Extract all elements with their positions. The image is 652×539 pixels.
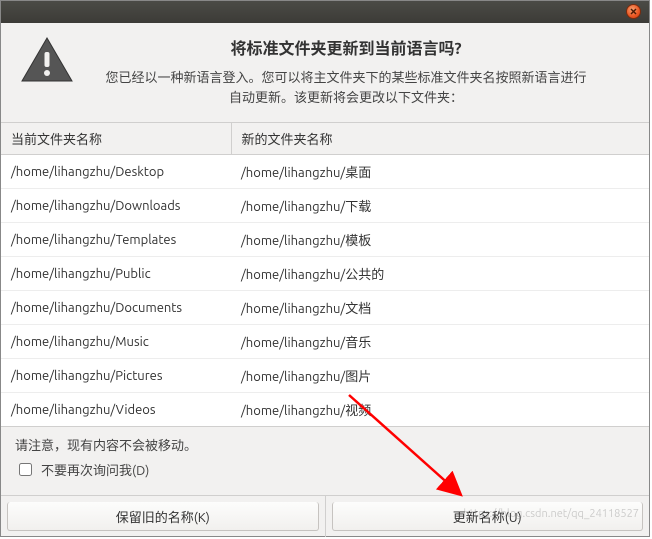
cell-old-path: /home/lihangzhu/Documents bbox=[1, 291, 231, 325]
table-row[interactable]: /home/lihangzhu/Templates/home/lihangzhu… bbox=[1, 223, 649, 257]
cell-old-path: /home/lihangzhu/Downloads bbox=[1, 189, 231, 223]
dialog-description: 您已经以一种新语言登入。您可以将主文件夹下的某些标准文件夹名按照新语言进行自动更… bbox=[91, 69, 601, 108]
dialog-window: 将标准文件夹更新到当前语言吗? 您已经以一种新语言登入。您可以将主文件夹下的某些… bbox=[0, 0, 650, 537]
cell-new-path: /home/lihangzhu/公共的 bbox=[231, 257, 649, 291]
table-row[interactable]: /home/lihangzhu/Music/home/lihangzhu/音乐 bbox=[1, 325, 649, 359]
close-icon bbox=[630, 8, 637, 15]
dont-ask-row[interactable]: 不要再次询问我(D) bbox=[15, 460, 635, 479]
cell-new-path: /home/lihangzhu/文档 bbox=[231, 291, 649, 325]
update-names-button[interactable]: 更新名称(U) bbox=[332, 502, 644, 531]
dont-ask-checkbox[interactable] bbox=[19, 463, 32, 476]
dialog-title: 将标准文件夹更新到当前语言吗? bbox=[91, 35, 601, 59]
note-text: 请注意，现有内容不会被移动。 bbox=[15, 435, 635, 454]
dont-ask-label: 不要再次询问我(D) bbox=[41, 460, 149, 479]
cell-new-path: /home/lihangzhu/桌面 bbox=[231, 155, 649, 189]
table-row[interactable]: /home/lihangzhu/Videos/home/lihangzhu/视频 bbox=[1, 393, 649, 427]
titlebar bbox=[1, 1, 649, 23]
cell-old-path: /home/lihangzhu/Pictures bbox=[1, 359, 231, 393]
keep-old-names-button[interactable]: 保留旧的名称(K) bbox=[7, 502, 319, 531]
cell-old-path: /home/lihangzhu/Music bbox=[1, 325, 231, 359]
cell-new-path: /home/lihangzhu/模板 bbox=[231, 223, 649, 257]
cell-new-path: /home/lihangzhu/图片 bbox=[231, 359, 649, 393]
close-button[interactable] bbox=[626, 4, 641, 19]
table-row[interactable]: /home/lihangzhu/Documents/home/lihangzhu… bbox=[1, 291, 649, 325]
keep-button-label: 保留旧的名称(K) bbox=[116, 507, 210, 526]
cell-old-path: /home/lihangzhu/Videos bbox=[1, 393, 231, 427]
button-separator bbox=[325, 496, 326, 537]
table-row[interactable]: /home/lihangzhu/Downloads/home/lihangzhu… bbox=[1, 189, 649, 223]
table-row[interactable]: /home/lihangzhu/Public/home/lihangzhu/公共… bbox=[1, 257, 649, 291]
cell-old-path: /home/lihangzhu/Public bbox=[1, 257, 231, 291]
cell-new-path: /home/lihangzhu/下载 bbox=[231, 189, 649, 223]
cell-old-path: /home/lihangzhu/Desktop bbox=[1, 155, 231, 189]
table-row[interactable]: /home/lihangzhu/Pictures/home/lihangzhu/… bbox=[1, 359, 649, 393]
column-header-old[interactable]: 当前文件夹名称 bbox=[1, 123, 231, 155]
dialog-header: 将标准文件夹更新到当前语言吗? 您已经以一种新语言登入。您可以将主文件夹下的某些… bbox=[1, 23, 649, 114]
cell-new-path: /home/lihangzhu/视频 bbox=[231, 393, 649, 427]
warning-icon bbox=[19, 35, 75, 108]
table-row[interactable]: /home/lihangzhu/Desktop/home/lihangzhu/桌… bbox=[1, 155, 649, 189]
folder-table: 当前文件夹名称 新的文件夹名称 /home/lihangzhu/Desktop/… bbox=[1, 122, 649, 427]
button-row: 保留旧的名称(K) 更新名称(U) bbox=[1, 495, 649, 537]
cell-new-path: /home/lihangzhu/音乐 bbox=[231, 325, 649, 359]
update-button-label: 更新名称(U) bbox=[453, 507, 522, 526]
cell-old-path: /home/lihangzhu/Templates bbox=[1, 223, 231, 257]
column-header-new[interactable]: 新的文件夹名称 bbox=[231, 123, 649, 155]
